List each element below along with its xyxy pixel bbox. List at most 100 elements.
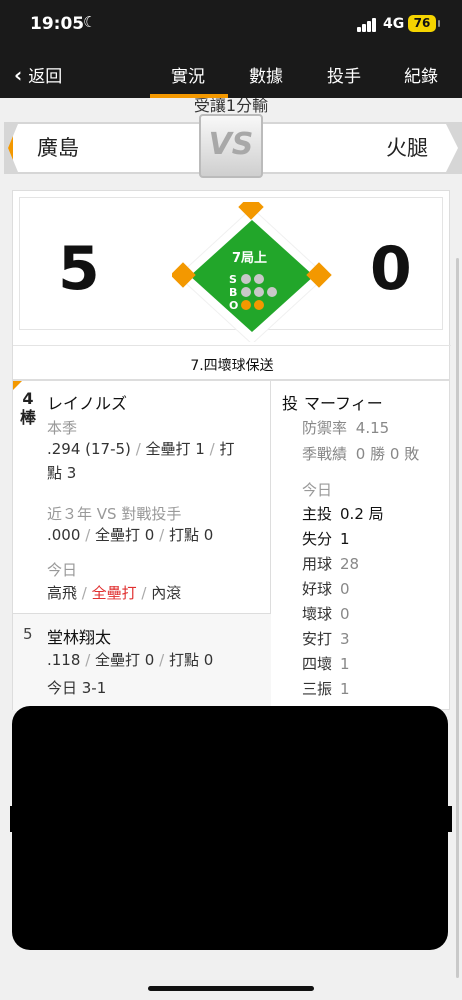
pitcher-stat-row: 好球 0 — [302, 578, 350, 599]
vs-rbi: 打點 0 — [168, 526, 214, 544]
matchup-panel: 4 棒 レイノルズ 本季 .294 (17-5) / 全壘打 1 / 打 點 3… — [12, 380, 450, 711]
status-bar: 19:05 ☾ 4G 76 — [0, 0, 462, 50]
pitcher-stat-row: 四壞 1 — [302, 653, 350, 674]
season-hr: 全壘打 1 — [145, 440, 205, 458]
today-at-bat-2: 全壘打 — [91, 584, 137, 602]
pitcher-stat-value: 1 — [340, 680, 350, 698]
pitcher-stat-value: 0.2 局 — [340, 505, 384, 523]
vs-pitcher-stats: .000 / 全壘打 0 / 打點 0 — [47, 526, 214, 544]
pitcher-stat-value: 1 — [340, 530, 350, 548]
batter-order-suffix: 棒 — [19, 408, 36, 427]
batter-column: 4 棒 レイノルズ 本季 .294 (17-5) / 全壘打 1 / 打 點 3… — [13, 381, 271, 711]
tab-stats[interactable]: 數據 — [249, 62, 283, 87]
chevron-left-icon: ‹ — [14, 62, 23, 87]
vs-pitcher-label: 近３年 VS 對戰投手 — [47, 505, 182, 523]
pitcher-stat-key: 主投 — [302, 505, 333, 523]
batter-name[interactable]: レイノルズ — [47, 390, 127, 414]
pitcher-stat-value: 1 — [340, 655, 350, 673]
out-label: O — [229, 299, 238, 312]
season-label: 本季 — [47, 419, 78, 437]
inning-label: 7局上 — [232, 251, 267, 266]
play-result: 7.四壞球保送 — [13, 345, 451, 381]
pitcher-stat-row: 三振 1 — [302, 678, 350, 699]
scoreboard: 5 0 7局上 S B O 7.四壞球保送 — [12, 190, 451, 381]
pitcher-stat-key: 壞球 — [302, 605, 333, 623]
vs-avg: .000 — [47, 526, 81, 544]
moon-icon: ☾ — [83, 13, 97, 31]
next-batter-card[interactable]: 5 堂林翔太 .118 / 全壘打 0 / 打點 0 今日 3-1 — [13, 614, 271, 711]
home-indicator[interactable] — [148, 986, 314, 991]
away-team-banner[interactable]: 火腿 — [262, 124, 458, 172]
pitcher-stat-key: 好球 — [302, 580, 333, 598]
home-team-name: 廣島 — [37, 136, 79, 160]
pitcher-stat-value: 3 — [340, 630, 350, 648]
pitcher-stat-row: 用球 28 — [302, 553, 359, 574]
today-label: 今日 — [47, 561, 78, 579]
pitcher-stat-row: 失分 1 — [302, 528, 350, 549]
out-dot — [254, 300, 264, 310]
pitcher-record: 季戰績 0 勝 0 敗 — [302, 443, 419, 464]
home-score: 5 — [58, 234, 100, 304]
next-batter-hr: 全壘打 0 — [95, 651, 155, 669]
pitcher-stat-row: 主投 0.2 局 — [302, 503, 384, 524]
top-bar: 19:05 ☾ 4G 76 ‹ 返回 實況 數據 投手 紀錄 — [0, 0, 462, 98]
pitcher-stat-row: 安打 3 — [302, 628, 350, 649]
season-avg: .294 (17-5) — [47, 440, 131, 458]
baseball-diamond: 7局上 S B O — [172, 202, 332, 342]
vs-hr: 全壘打 0 — [95, 526, 155, 544]
era-label: 防禦率 — [302, 419, 348, 437]
ball-dot — [254, 287, 264, 297]
season-rbi-label: 打 — [219, 440, 235, 458]
pitcher-today-label: 今日 — [302, 481, 333, 499]
away-team-name: 火腿 — [386, 136, 428, 160]
pitcher-era: 防禦率 4.15 — [302, 417, 389, 438]
strike-dot — [241, 274, 251, 284]
pitcher-stat-value: 0 — [340, 580, 350, 598]
pitcher-stat-key: 失分 — [302, 530, 333, 548]
pitcher-stat-value: 0 — [340, 605, 350, 623]
network-label: 4G — [383, 16, 405, 32]
next-batter-rbi: 打點 0 — [168, 651, 214, 669]
era-value: 4.15 — [355, 419, 390, 437]
record-value: 0 勝 0 敗 — [355, 445, 420, 463]
ball-dot — [267, 287, 277, 297]
ball-label: B — [229, 286, 237, 299]
season-stats: .294 (17-5) / 全壘打 1 / 打 點 3 — [47, 440, 235, 482]
score-panel: 5 0 7局上 S B O — [19, 197, 443, 342]
strike-label: S — [229, 273, 237, 286]
signal-icon — [357, 18, 377, 32]
pitcher-stat-row: 壞球 0 — [302, 603, 350, 624]
pitcher-column: 投 マーフィー 防禦率 4.15 季戰績 0 勝 0 敗 今日 主投 0.2 局失… — [272, 381, 450, 711]
nav-bar: ‹ 返回 實況 數據 投手 紀錄 — [0, 50, 462, 98]
strike-dot — [254, 274, 264, 284]
pitcher-name[interactable]: マーフィー — [304, 390, 383, 414]
pitcher-role: 投 — [282, 394, 299, 413]
batter-order-number: 4 — [22, 389, 34, 408]
infield-grass — [190, 220, 314, 332]
pitcher-stat-key: 用球 — [302, 555, 333, 573]
batter-order: 4 棒 — [19, 389, 37, 427]
redacted-overlay — [12, 706, 448, 950]
next-batter-name: 堂林翔太 — [47, 628, 112, 647]
home-team-banner[interactable]: 廣島 — [8, 124, 204, 172]
out-dot — [241, 300, 251, 310]
ball-dot — [241, 287, 251, 297]
season-rbi: 點 3 — [47, 464, 77, 482]
tab-live[interactable]: 實況 — [171, 62, 205, 87]
next-batter-avg: .118 — [47, 651, 81, 669]
status-time: 19:05 — [30, 14, 85, 34]
vs-badge: VS — [199, 114, 263, 178]
today-results: 高飛 / 全壘打 / 內滾 — [47, 584, 182, 602]
pitcher-stat-key: 三振 — [302, 680, 333, 698]
tab-records[interactable]: 紀錄 — [404, 62, 438, 87]
tab-pitchers[interactable]: 投手 — [327, 62, 361, 87]
today-at-bat-1: 高飛 — [47, 584, 78, 602]
next-batter-order: 5 — [23, 625, 33, 643]
scrollbar[interactable] — [456, 258, 459, 978]
battery-icon: 76 — [408, 15, 440, 32]
back-label: 返回 — [28, 67, 63, 87]
away-score: 0 — [370, 234, 412, 304]
pitcher-stat-key: 安打 — [302, 630, 333, 648]
back-button[interactable]: ‹ 返回 — [14, 62, 63, 88]
record-label: 季戰績 — [302, 445, 348, 463]
